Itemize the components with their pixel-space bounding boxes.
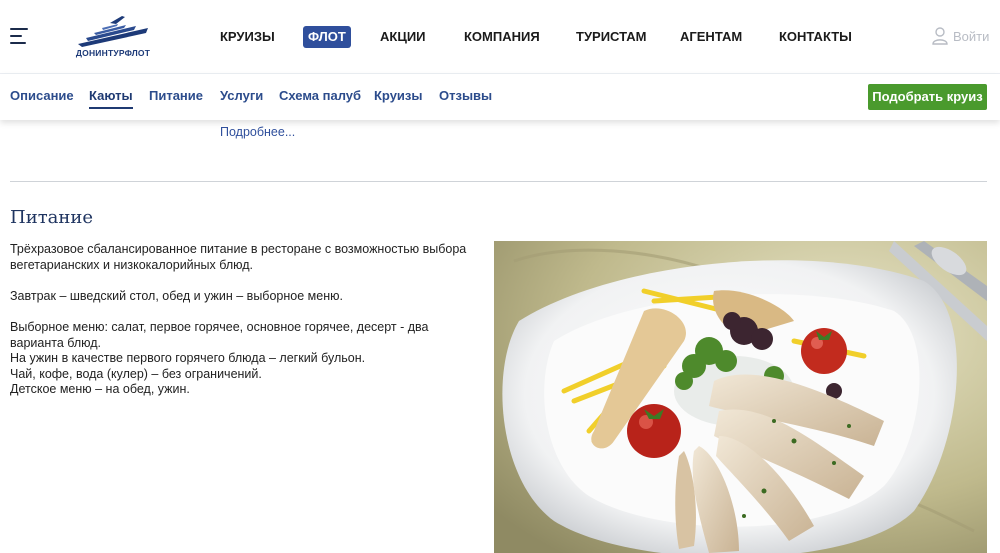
logo-text: ДОНИНТУРФЛОТ <box>75 48 151 58</box>
nav-item-tourists[interactable]: ТУРИСТАМ <box>572 26 650 48</box>
tab-description[interactable]: Описание <box>10 88 74 103</box>
tab-cabins[interactable]: Каюты <box>89 88 133 109</box>
nav-item-contacts[interactable]: КОНТАКТЫ <box>775 26 856 48</box>
user-icon <box>932 27 948 45</box>
site-header: ДОНИНТУРФЛОТ КРУИЗЫ ФЛОТ АКЦИИ КОМПАНИЯ … <box>0 0 1000 74</box>
paragraph: Трёхразовое сбалансированное питание в р… <box>10 242 467 272</box>
login-label: Войти <box>953 28 990 44</box>
nav-item-company[interactable]: КОМПАНИЯ <box>460 26 544 48</box>
nav-item-promotions[interactable]: АКЦИИ <box>376 26 430 48</box>
paragraph: Завтрак – шведский стол, обед и ужин – в… <box>10 288 343 303</box>
tab-reviews[interactable]: Отзывы <box>439 88 492 103</box>
nav-item-agents[interactable]: АГЕНТАМ <box>676 26 746 48</box>
salad-plate-image <box>494 241 987 553</box>
section-divider <box>10 181 987 182</box>
nav-item-fleet[interactable]: ФЛОТ <box>303 26 351 48</box>
more-link[interactable]: Подробнее... <box>220 125 295 139</box>
ship-logo-icon <box>78 16 148 47</box>
ship-subnav: Описание Каюты Питание Услуги Схема палу… <box>0 74 1000 120</box>
tab-services[interactable]: Услуги <box>220 88 263 103</box>
paragraph: Чай, кофе, вода (кулер) – без ограничени… <box>10 366 262 381</box>
paragraph: На ужин в качестве первого горячего блюд… <box>10 351 366 366</box>
section-title: Питание <box>10 207 94 228</box>
login-link[interactable]: Войти <box>932 27 989 45</box>
food-description: Трёхразовое сбалансированное питание в р… <box>10 242 480 398</box>
tab-deck-plan[interactable]: Схема палуб <box>279 88 361 103</box>
paragraph: Детское меню – на обед, ужин. <box>10 382 190 397</box>
logo[interactable]: ДОНИНТУРФЛОТ <box>72 14 154 60</box>
tab-food[interactable]: Питание <box>149 88 203 103</box>
nav-item-cruises[interactable]: КРУИЗЫ <box>216 26 279 48</box>
menu-icon[interactable] <box>10 28 28 44</box>
food-photo <box>494 241 987 553</box>
paragraph: Выборное меню: салат, первое горячее, ос… <box>10 319 429 350</box>
tab-cruises[interactable]: Круизы <box>374 88 423 103</box>
pick-cruise-button[interactable]: Подобрать круиз <box>868 84 987 110</box>
